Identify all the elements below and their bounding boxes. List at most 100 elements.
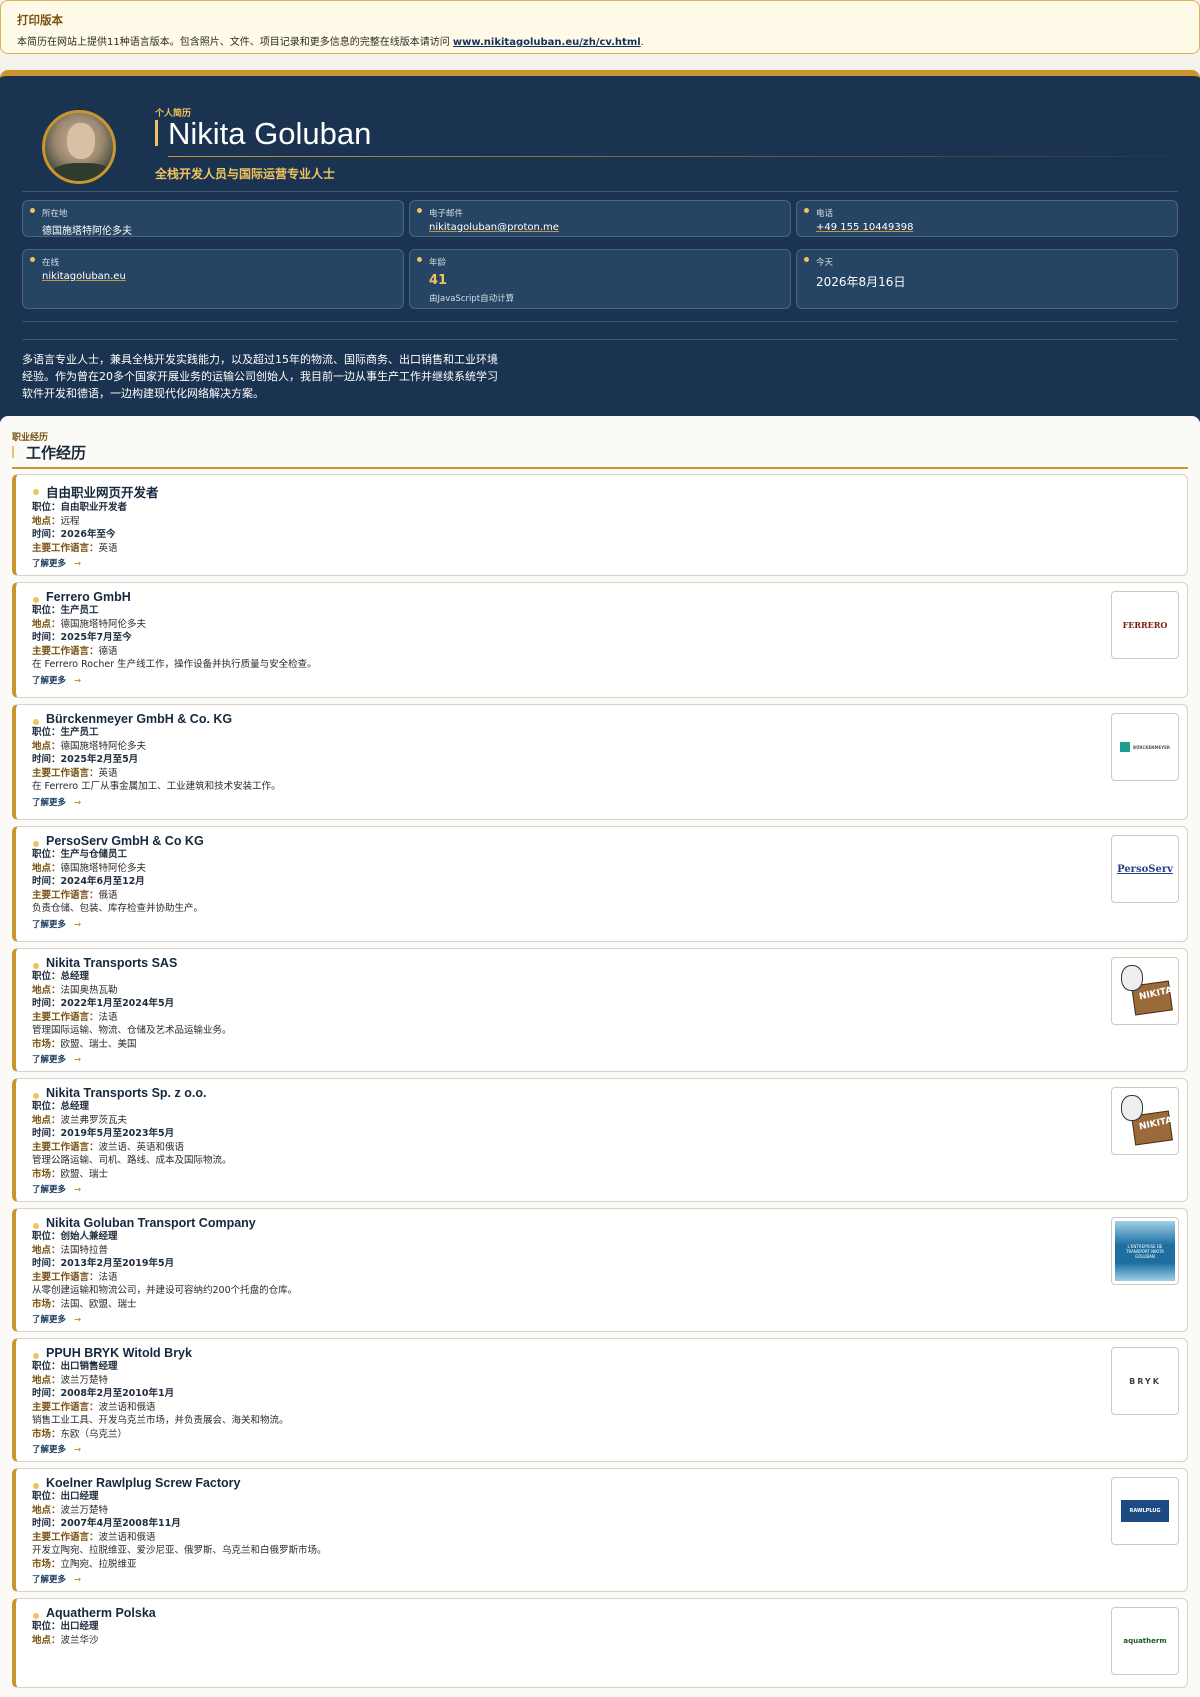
company-logo: RAWLPLUG [1111,1477,1179,1545]
section-underline [12,467,1188,469]
job-language-label: 主要工作语言： [32,767,99,779]
job-role-label: 职位： [32,502,61,513]
job-period-label: 时间： [32,632,61,643]
arrow-right-icon: → [74,1185,82,1195]
job-location-label: 地点： [32,1244,61,1256]
print-banner-text: 本简历在网站上提供11种语言版本。包含照片、文件、项目记录和更多信息的完整在线版… [17,33,1183,48]
job-language-label: 主要工作语言： [32,542,99,554]
job-location-value: 波兰华沙 [60,1634,99,1646]
job-period-label: 时间： [32,1128,61,1139]
profile-summary: 多语言专业人士，兼具全栈开发实践能力，以及超过15年的物流、国际商务、出口销售和… [22,353,498,400]
job-market-value: 立陶宛、拉脱维亚 [60,1558,137,1570]
job-language-value: 俄语 [98,889,118,901]
job-location: 地点：波兰华沙 [32,1634,1187,1648]
online-cv-link[interactable]: www.nikitagoluban.eu/zh/cv.html [453,37,641,48]
job-bullet-dot [33,1483,39,1489]
job-location: 地点：德国施塔特阿伦多夫 [32,740,1187,754]
job-role-label: 职位： [32,1621,61,1632]
job-card: 自由职业网页开发者 职位：自由职业开发者 地点：远程 时间：2026年至今 主要工作语言… [12,474,1188,576]
email-card: 电子邮件 nikitagoluban@proton.me [409,200,791,237]
job-bullet-dot [33,1613,39,1619]
learn-more-link[interactable]: 了解更多 → [32,557,1187,569]
avatar [42,110,116,184]
job-market: 市场：欧盟、瑞士、美国 [32,1038,1187,1052]
job-market-label: 市场： [32,1168,61,1180]
age-label: 年龄 [429,258,447,268]
job-language-label: 主要工作语言： [32,889,99,901]
job-period-value: 2025年7月至今 [60,632,132,643]
learn-more-link[interactable]: 了解更多 → [32,674,1187,686]
job-market: 市场：欧盟、瑞士 [32,1168,1187,1182]
job-role-label: 职位： [32,1101,61,1112]
job-period-label: 时间： [32,1258,61,1269]
phone-card: 电话 +49 155 10449398 [796,200,1178,237]
job-bullet-dot [33,719,39,725]
job-role: 职位：总经理 [32,970,1187,984]
job-role-value: 出口经理 [60,1621,99,1632]
job-location-value: 德国施塔特阿伦多夫 [60,740,147,752]
learn-more-link[interactable]: 了解更多 → [32,796,1187,808]
company-name: Nikita Goluban Transport Company [46,1216,256,1230]
arrow-right-icon: → [74,1055,82,1065]
arrow-right-icon: → [74,559,82,569]
job-market-value: 东欧（乌克兰） [60,1428,128,1440]
job-language: 主要工作语言：法语 [32,1271,1187,1285]
email-link[interactable]: nikitagoluban@proton.me [429,222,790,233]
job-market-value: 欧盟、瑞士 [60,1168,109,1180]
buerckenmeyer-logo: BÜRCKENMEYER [1120,742,1170,752]
learn-more-link[interactable]: 了解更多 → [32,1443,1187,1455]
learn-more-label: 了解更多 [32,1185,67,1195]
job-location-label: 地点： [32,618,61,630]
learn-more-label: 了解更多 [32,1055,67,1065]
age-card: 年龄 41 由JavaScript自动计算 [409,249,791,309]
job-location-value: 波兰万楚特 [60,1374,109,1386]
job-location: 地点：法国特拉普 [32,1244,1187,1258]
company-logo: BRYK [1111,1347,1179,1415]
job-description: 销售工业工具、开发乌克兰市场，并负责展会、海关和物流。 [32,1415,289,1426]
job-role-label: 职位： [32,1491,61,1502]
learn-more-label: 了解更多 [32,797,67,808]
job-description: 开发立陶宛、拉脱维亚、爱沙尼亚、俄罗斯、乌克兰和白俄罗斯市场。 [32,1545,327,1556]
job-location-label: 地点： [32,1504,61,1516]
learn-more-link[interactable]: 了解更多 → [32,1053,1187,1065]
job-market: 市场：法国、欧盟、瑞士 [32,1298,1187,1312]
job-card: Ferrero GmbH 职位：生产员工 地点：德国施塔特阿伦多夫 时间：2025年7… [12,582,1188,698]
learn-more-link[interactable]: 了解更多 → [32,1313,1187,1325]
job-location-value: 德国施塔特阿伦多夫 [60,618,147,630]
job-card: Nikita Transports SAS 职位：总经理 地点：法国奥热瓦勒 时间：2… [12,948,1188,1072]
online-card: 在线 nikitagoluban.eu [22,249,404,309]
arrow-right-icon: → [74,797,82,808]
company-name: Ferrero GmbH [46,590,131,604]
job-role-label: 职位： [32,1231,61,1242]
print-banner: 打印版本 本简历在网站上提供11种语言版本。包含照片、文件、项目记录和更多信息的… [0,0,1200,54]
online-dot [30,257,35,262]
job-role: 职位：创始人兼经理 [32,1230,1187,1244]
job-bullet-dot [33,1353,39,1359]
job-description: 从零创建运输和物流公司，并建设可容纳约200个托盘的仓库。 [32,1285,298,1296]
job-market-label: 市场： [32,1428,61,1440]
job-period-value: 2007年4月至2008年11月 [60,1518,181,1529]
job-market-value: 欧盟、瑞士、美国 [60,1038,137,1050]
job-role-label: 职位： [32,971,61,982]
section-title: 工作经历 [26,444,87,462]
job-period-label: 时间： [32,998,61,1009]
learn-more-link[interactable]: 了解更多 → [32,1183,1187,1195]
aquatherm-logo: aquatherm [1123,1637,1167,1645]
location-dot [30,208,35,213]
job-language: 主要工作语言：法语 [32,1011,1187,1025]
website-link[interactable]: nikitagoluban.eu [42,271,403,282]
section-accent-bar [12,446,14,458]
job-market-value: 法国、欧盟、瑞士 [60,1298,137,1310]
job-location-label: 地点： [32,984,61,996]
job-language-value: 法语 [98,1011,118,1023]
job-role-value: 生产员工 [60,727,99,738]
job-period-value: 2008年2月至2010年1月 [60,1388,175,1399]
today-label: 今天 [816,258,834,268]
learn-more-link[interactable]: 了解更多 → [32,1573,1187,1585]
job-language: 主要工作语言：波兰语、英语和俄语 [32,1141,1187,1155]
phone-link[interactable]: +49 155 10449398 [816,222,1177,233]
job-bullet-dot [33,489,39,495]
ferrero-logo: FERRERO [1122,620,1168,630]
learn-more-link[interactable]: 了解更多 → [32,918,1187,930]
learn-more-label: 了解更多 [32,1315,67,1325]
